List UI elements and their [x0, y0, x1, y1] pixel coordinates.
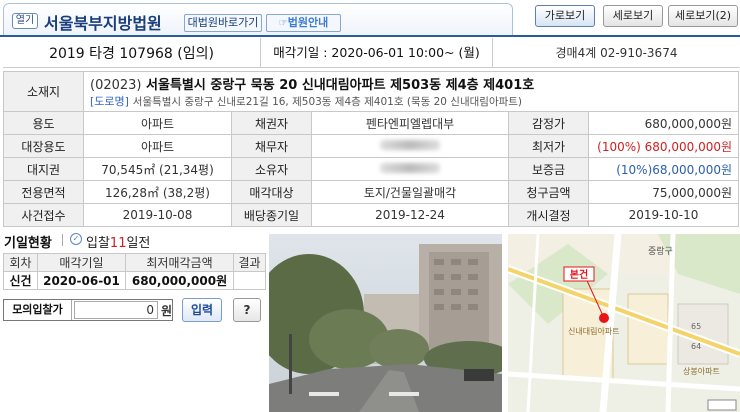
- info-row-land: 대지권 70,545㎡ (21,34평) 소유자 보증금 (10%)68,000…: [3, 157, 740, 181]
- usage-label: 용도: [3, 111, 84, 135]
- dividend-deadline-label: 배당종기일: [231, 203, 312, 227]
- map-label-block-65: 65: [691, 322, 701, 331]
- mock-bid-box: 모의입찰가 0 원: [3, 299, 173, 321]
- map-label-apartment: 신내대림아파트: [568, 326, 620, 336]
- view-horizontal-button[interactable]: 가로보기: [535, 5, 595, 27]
- creditor-value: 펜타엔피엘렙대부: [311, 111, 509, 135]
- info-row-dates: 사건접수 2019-10-08 배당종기일 2019-12-24 개시결정 20…: [3, 203, 740, 227]
- address-text: 서울특별시 중랑구 묵동 20 신내대림아파트 제503동 제4층 제401호: [146, 78, 535, 93]
- owner-redacted: [380, 163, 440, 173]
- debtor-value: [311, 134, 509, 158]
- sale-date: 매각기일 : 2020-06-01 10:00~ (월): [260, 37, 493, 68]
- location-map[interactable]: 본건 신내대림아파트 중랑구 65 64 상봉아파트: [508, 234, 740, 412]
- view-vertical-button[interactable]: 세로보기: [603, 5, 663, 27]
- address-zip: (02023): [90, 78, 142, 93]
- bid-countdown-prefix: 입찰: [86, 236, 110, 251]
- claim-amount-value: 75,000,000원: [587, 180, 740, 204]
- usage-value: 아파트: [83, 111, 232, 135]
- ledger-usage-label: 대장용도: [3, 134, 84, 158]
- street-view-image: [269, 234, 502, 412]
- history-date: 2020-06-01: [37, 271, 126, 290]
- court-guide-label: 법원안내: [287, 16, 329, 29]
- history-result: [233, 271, 266, 290]
- case-received-value: 2019-10-08: [83, 203, 232, 227]
- owner-label: 소유자: [231, 157, 312, 181]
- appraisal-label: 감정가: [508, 111, 589, 135]
- table-row: 신건 2020-06-01 680,000,000원: [3, 271, 266, 290]
- debtor-redacted: [380, 140, 440, 150]
- bid-countdown: 입찰11일전: [86, 232, 150, 251]
- open-button[interactable]: 열기: [12, 13, 38, 29]
- ledger-usage-value: 아파트: [83, 134, 232, 158]
- map-image: 본건 신내대림아파트 중랑구 65 64 상봉아파트: [508, 234, 740, 412]
- minimum-price-value: (100%) 680,000,000원: [587, 134, 740, 158]
- road-address-tag: [도로명]: [90, 95, 129, 108]
- address-main: (02023) 서울특별시 중랑구 묵동 20 신내대림아파트 제503동 제4…: [90, 74, 732, 93]
- dividend-deadline-value: 2019-12-24: [311, 203, 509, 227]
- map-label-block-64: 64: [691, 342, 701, 351]
- help-button[interactable]: ?: [233, 298, 261, 322]
- creditor-label: 채권자: [231, 111, 312, 135]
- sale-history-table: 회차 매각기일 최저매각금액 결과 신건 2020-06-01 680,000,…: [3, 253, 266, 290]
- land-right-value: 70,545㎡ (21,34평): [83, 157, 232, 181]
- court-guide-link[interactable]: ☞법원안내: [266, 14, 341, 32]
- mock-bid-label: 모의입찰가: [4, 300, 72, 320]
- info-row-usage: 용도 아파트 채권자 펜타엔피엘렙대부 감정가 680,000,000원: [3, 111, 740, 135]
- appraisal-value: 680,000,000원: [587, 111, 740, 135]
- debtor-label: 채무자: [231, 134, 312, 158]
- commencement-label: 개시결정: [508, 203, 589, 227]
- history-col-date: 매각기일: [37, 253, 126, 272]
- history-col-round: 회차: [3, 253, 38, 272]
- case-summary-row: 2019 타경 107968 (임의) 매각기일 : 2020-06-01 10…: [3, 37, 740, 68]
- owner-value: [311, 157, 509, 181]
- history-col-price: 최저매각금액: [125, 253, 234, 272]
- deposit-value: (10%)68,000,000원: [587, 157, 740, 181]
- map-label-district: 중랑구: [648, 245, 673, 257]
- exclusive-area-value: 126,28㎡ (38,2평): [83, 180, 232, 204]
- history-price: 680,000,000원: [125, 271, 234, 290]
- bid-countdown-days: 11: [109, 236, 127, 251]
- bid-title-separator: [62, 234, 63, 246]
- land-right-label: 대지권: [3, 157, 84, 181]
- deposit-label: 보증금: [508, 157, 589, 181]
- court-guide-icon: ☞: [278, 18, 288, 29]
- property-photo[interactable]: [269, 234, 502, 412]
- road-address: [도로명] 서울특별시 중랑구 신내로21길 16, 제503동 제4층 제40…: [90, 93, 732, 109]
- map-label-sangbong: 상봉아파트: [683, 366, 720, 376]
- minimum-price-label: 최저가: [508, 134, 589, 158]
- check-circle-icon: ✓: [70, 233, 82, 245]
- road-address-text: 서울특별시 중랑구 신내로21길 16, 제503동 제4층 제401호 (묵동…: [132, 96, 523, 108]
- exclusive-area-label: 전용면적: [3, 180, 84, 204]
- address-cell: (02023) 서울특별시 중랑구 묵동 20 신내대림아파트 제503동 제4…: [82, 71, 740, 112]
- court-name: 서울북부지방법원: [44, 14, 162, 33]
- address-label: 소재지: [3, 71, 84, 112]
- info-row-area: 전용면적 126,28㎡ (38,2평) 매각대상 토지/건물일괄매각 청구금액…: [3, 180, 740, 204]
- court-header: 열기 서울북부지방법원 대법원바로가기 ☞법원안내: [3, 3, 513, 35]
- property-info-table: 소재지 (02023) 서울특별시 중랑구 묵동 20 신내대림아파트 제503…: [3, 71, 740, 227]
- sale-target-value: 토지/건물일괄매각: [311, 180, 509, 204]
- case-number: 2019 타경 107968 (임의): [49, 45, 214, 62]
- bid-countdown-suffix: 일전: [126, 236, 151, 251]
- info-row-ledger: 대장용도 아파트 채무자 최저가 (100%) 680,000,000원: [3, 134, 740, 158]
- mock-bid-enter-button[interactable]: 입력: [182, 298, 222, 322]
- supreme-court-link[interactable]: 대법원바로가기: [184, 14, 262, 32]
- auction-detail-page: 열기 서울북부지방법원 대법원바로가기 ☞법원안내 가로보기 세로보기 세로보기…: [0, 0, 740, 412]
- bid-status-title: 기일현황: [4, 236, 52, 251]
- map-marker-label: 본건: [570, 268, 588, 281]
- mock-bid-input[interactable]: 0: [73, 301, 158, 319]
- commencement-value: 2019-10-10: [587, 203, 740, 227]
- address-row: 소재지 (02023) 서울특별시 중랑구 묵동 20 신내대림아파트 제503…: [3, 71, 740, 112]
- mock-bid-unit: 원: [160, 303, 172, 318]
- claim-amount-label: 청구금액: [508, 180, 589, 204]
- court-department: 경매4계 02-910-3674: [555, 46, 678, 60]
- sale-target-label: 매각대상: [231, 180, 312, 204]
- history-round: 신건: [3, 271, 38, 290]
- case-received-label: 사건접수: [3, 203, 84, 227]
- history-header-row: 회차 매각기일 최저매각금액 결과: [3, 253, 266, 272]
- view-vertical2-button[interactable]: 세로보기(2): [668, 5, 738, 27]
- header-bar: 열기 서울북부지방법원 대법원바로가기 ☞법원안내 가로보기 세로보기 세로보기…: [0, 0, 740, 36]
- history-col-result: 결과: [233, 253, 266, 272]
